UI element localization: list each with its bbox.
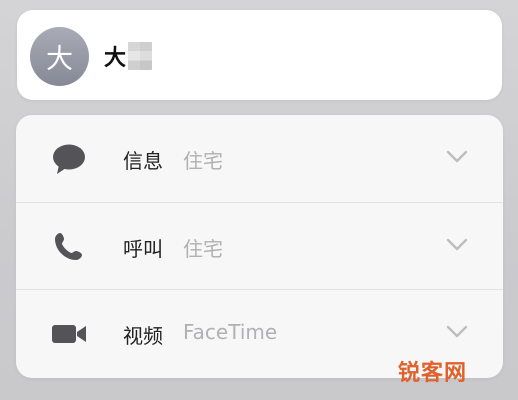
chevron-down-icon[interactable]: [446, 238, 468, 252]
phone-icon: [55, 233, 82, 260]
contact-header-card[interactable]: 大 大: [17, 10, 502, 100]
action-detail-call: 住宅: [183, 237, 223, 261]
avatar: 大: [30, 27, 89, 86]
action-detail-message: 住宅: [183, 149, 223, 173]
action-row-call[interactable]: 呼叫 住宅: [16, 203, 503, 291]
chevron-down-icon[interactable]: [446, 325, 468, 339]
message-bubble-icon: [53, 144, 85, 174]
action-row-message[interactable]: 信息 住宅: [16, 115, 503, 203]
contact-actions-panel: 信息 住宅 呼叫 住宅 视频 FaceTime: [16, 115, 503, 378]
action-label-message: 信息: [123, 149, 163, 173]
contact-name: 大: [104, 41, 153, 71]
action-detail-video: FaceTime: [183, 320, 278, 344]
contact-name-text: 大: [104, 46, 127, 71]
video-camera-icon: [52, 325, 86, 343]
action-label-call: 呼叫: [123, 237, 163, 261]
redacted-name-mosaic: [128, 42, 153, 70]
action-label-video: 视频: [123, 324, 163, 348]
chevron-down-icon[interactable]: [446, 150, 468, 164]
site-watermark: 锐客网: [398, 361, 468, 386]
